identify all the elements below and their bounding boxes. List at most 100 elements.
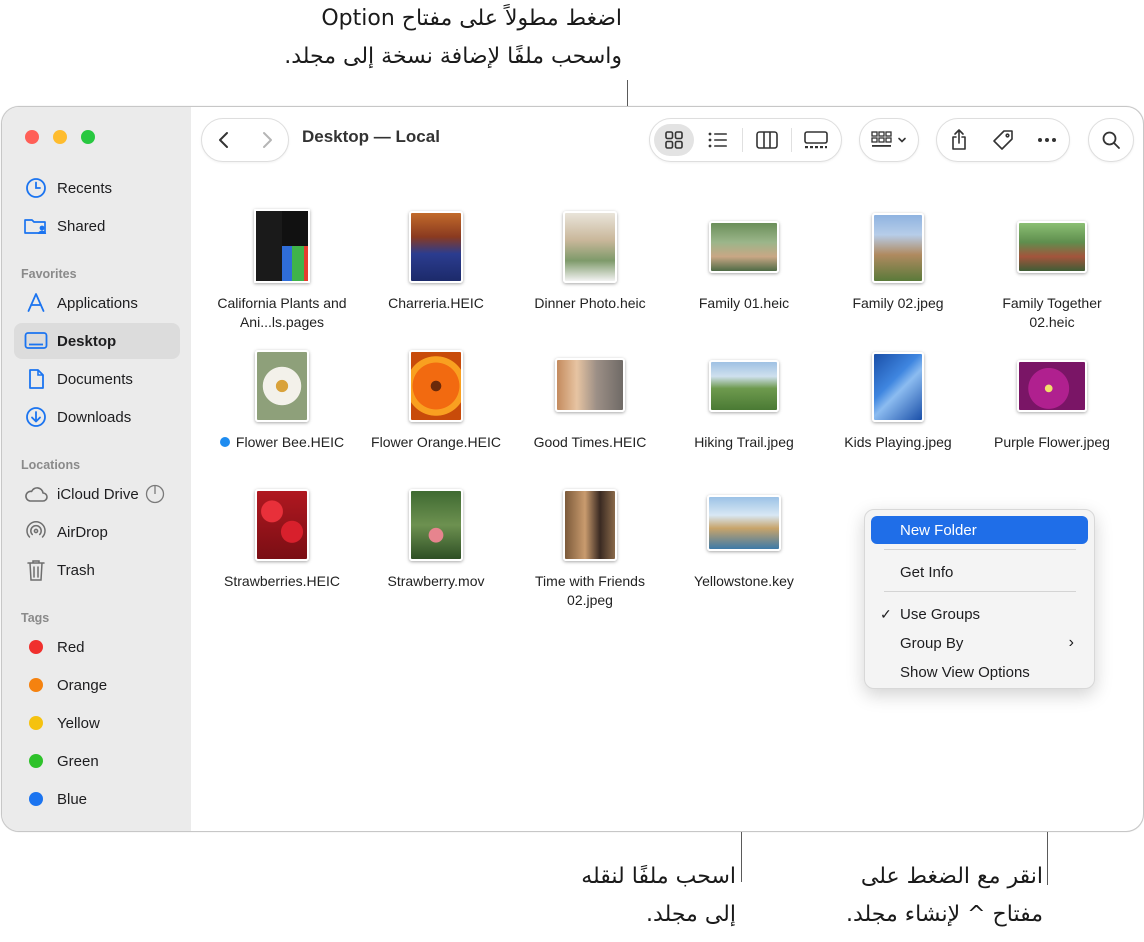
list-icon xyxy=(708,132,727,148)
menu-item-get-info[interactable]: Get Info xyxy=(871,558,1088,586)
sidebar-item-downloads[interactable]: Downloads xyxy=(14,399,180,435)
file-item[interactable]: Purple Flower.jpeg xyxy=(977,338,1127,452)
sidebar-item-documents[interactable]: Documents xyxy=(14,361,180,397)
tag-button[interactable] xyxy=(981,119,1025,161)
sidebar-item-label: Shared xyxy=(57,217,106,235)
sidebar-item-label: Desktop xyxy=(57,332,117,350)
share-icon xyxy=(952,129,966,150)
sidebar-item-label: Trash xyxy=(57,561,95,579)
callout-option-drag: اضغط مطولاً على مفتاح Option واسحب ملفًا… xyxy=(284,0,622,76)
file-name: California Plants and Ani...ls.pages xyxy=(217,295,347,330)
search-button[interactable] xyxy=(1088,118,1134,162)
file-thumbnail xyxy=(709,221,779,273)
file-name: Strawberry.mov xyxy=(387,573,485,589)
back-button[interactable] xyxy=(202,119,245,161)
sidebar-tag-green[interactable]: Green xyxy=(14,743,180,779)
list-view-button[interactable] xyxy=(694,119,742,161)
file-name: Family 02.jpeg xyxy=(852,295,944,311)
columns-icon xyxy=(756,131,778,149)
forward-button[interactable] xyxy=(245,119,288,161)
shared-folder-icon xyxy=(23,213,49,239)
window-title: Desktop — Local xyxy=(302,127,440,146)
file-item[interactable]: Time with Friends 02.jpeg xyxy=(515,477,665,610)
menu-item-group-by[interactable]: Group By › xyxy=(871,629,1088,657)
menu-item-show-view-options[interactable]: Show View Options xyxy=(871,658,1088,686)
menu-item-use-groups[interactable]: ✓ Use Groups xyxy=(871,600,1088,628)
sidebar-item-desktop[interactable]: Desktop xyxy=(14,323,180,359)
file-item[interactable]: Family Together 02.heic xyxy=(977,199,1127,332)
callout-drag-move: اسحب ملفًا لنقله إلى مجلد. xyxy=(581,858,736,934)
file-item[interactable]: Family 01.heic xyxy=(669,199,819,313)
navigation-buttons xyxy=(201,118,289,162)
file-item[interactable]: Family 02.jpeg xyxy=(823,199,973,313)
file-thumbnail xyxy=(872,213,924,283)
file-thumbnail xyxy=(409,350,463,422)
sidebar-item-trash[interactable]: Trash xyxy=(14,552,180,588)
group-menu-button[interactable] xyxy=(859,118,919,162)
file-thumbnail xyxy=(563,211,617,283)
applications-icon xyxy=(23,290,49,316)
callout-line: مفتاح ^ لإنشاء مجلد. xyxy=(845,902,1043,927)
gallery-view-button[interactable] xyxy=(791,128,840,152)
close-button[interactable] xyxy=(25,130,39,144)
more-button[interactable] xyxy=(1025,119,1069,161)
file-item[interactable]: Hiking Trail.jpeg xyxy=(669,338,819,452)
sidebar-item-airdrop[interactable]: AirDrop xyxy=(14,514,180,550)
sidebar-item-label: Red xyxy=(57,638,85,656)
file-name: Purple Flower.jpeg xyxy=(994,434,1110,450)
file-thumbnail xyxy=(707,495,781,551)
search-icon xyxy=(1102,131,1120,149)
file-name: Strawberries.HEIC xyxy=(224,573,340,589)
group-items-control xyxy=(860,119,918,161)
sidebar-item-label: Orange xyxy=(57,676,108,694)
trash-icon xyxy=(23,557,49,583)
sidebar-item-label: AirDrop xyxy=(57,523,108,541)
file-thumbnail xyxy=(254,209,310,283)
sidebar-item-label: Downloads xyxy=(57,408,132,426)
file-name: Flower Orange.HEIC xyxy=(371,434,501,450)
file-item[interactable]: Yellowstone.key xyxy=(669,477,819,591)
callout-line: اسحب ملفًا لنقله xyxy=(581,864,736,889)
tag-color-dot xyxy=(29,754,43,768)
section-heading-locations: Locations xyxy=(21,458,81,472)
sidebar-item-shared[interactable]: Shared xyxy=(14,208,180,244)
chevron-down-icon xyxy=(898,137,906,143)
zoom-button[interactable] xyxy=(81,130,95,144)
view-mode-selector xyxy=(649,118,842,162)
file-item[interactable]: Charreria.HEIC xyxy=(361,199,511,313)
column-view-button[interactable] xyxy=(742,128,791,152)
minimize-button[interactable] xyxy=(53,130,67,144)
menu-item-new-folder[interactable]: New Folder xyxy=(871,516,1088,544)
sidebar-item-recents[interactable]: Recents xyxy=(14,170,180,206)
file-item[interactable]: Flower Bee.HEIC xyxy=(207,338,357,452)
download-icon xyxy=(23,404,49,430)
file-thumbnail xyxy=(255,350,309,422)
file-thumbnail xyxy=(409,211,463,283)
sidebar-tag-yellow[interactable]: Yellow xyxy=(14,705,180,741)
tag-color-dot xyxy=(29,678,43,692)
file-item[interactable]: Dinner Photo.heic xyxy=(515,199,665,313)
sidebar-item-label: iCloud Drive xyxy=(57,485,139,503)
action-buttons xyxy=(936,118,1070,162)
file-item[interactable]: California Plants and Ani...ls.pages xyxy=(207,199,357,332)
file-thumbnail xyxy=(555,358,625,412)
file-item[interactable]: Strawberry.mov xyxy=(361,477,511,591)
file-item[interactable]: Kids Playing.jpeg xyxy=(823,338,973,452)
file-item[interactable]: Strawberries.HEIC xyxy=(207,477,357,591)
sidebar-tag-blue[interactable]: Blue xyxy=(14,781,180,817)
share-button[interactable] xyxy=(937,119,981,161)
callout-line: واسحب ملفًا لإضافة نسخة إلى مجلد. xyxy=(284,44,622,69)
sidebar: Recents Shared Favorites Applications De… xyxy=(2,107,191,831)
sidebar-item-applications[interactable]: Applications xyxy=(14,285,180,321)
finder-window: Recents Shared Favorites Applications De… xyxy=(1,106,1144,832)
sidebar-item-icloud-drive[interactable]: iCloud Drive xyxy=(14,476,180,512)
file-item[interactable]: Flower Orange.HEIC xyxy=(361,338,511,452)
file-thumbnail xyxy=(255,489,309,561)
menu-separator xyxy=(884,549,1076,550)
menu-item-label: Use Groups xyxy=(900,605,981,623)
sidebar-tag-red[interactable]: Red xyxy=(14,629,180,665)
sidebar-tag-orange[interactable]: Orange xyxy=(14,667,180,703)
file-name: Flower Bee.HEIC xyxy=(207,433,357,452)
icon-view-button[interactable] xyxy=(654,124,694,156)
file-item[interactable]: Good Times.HEIC xyxy=(515,338,665,452)
